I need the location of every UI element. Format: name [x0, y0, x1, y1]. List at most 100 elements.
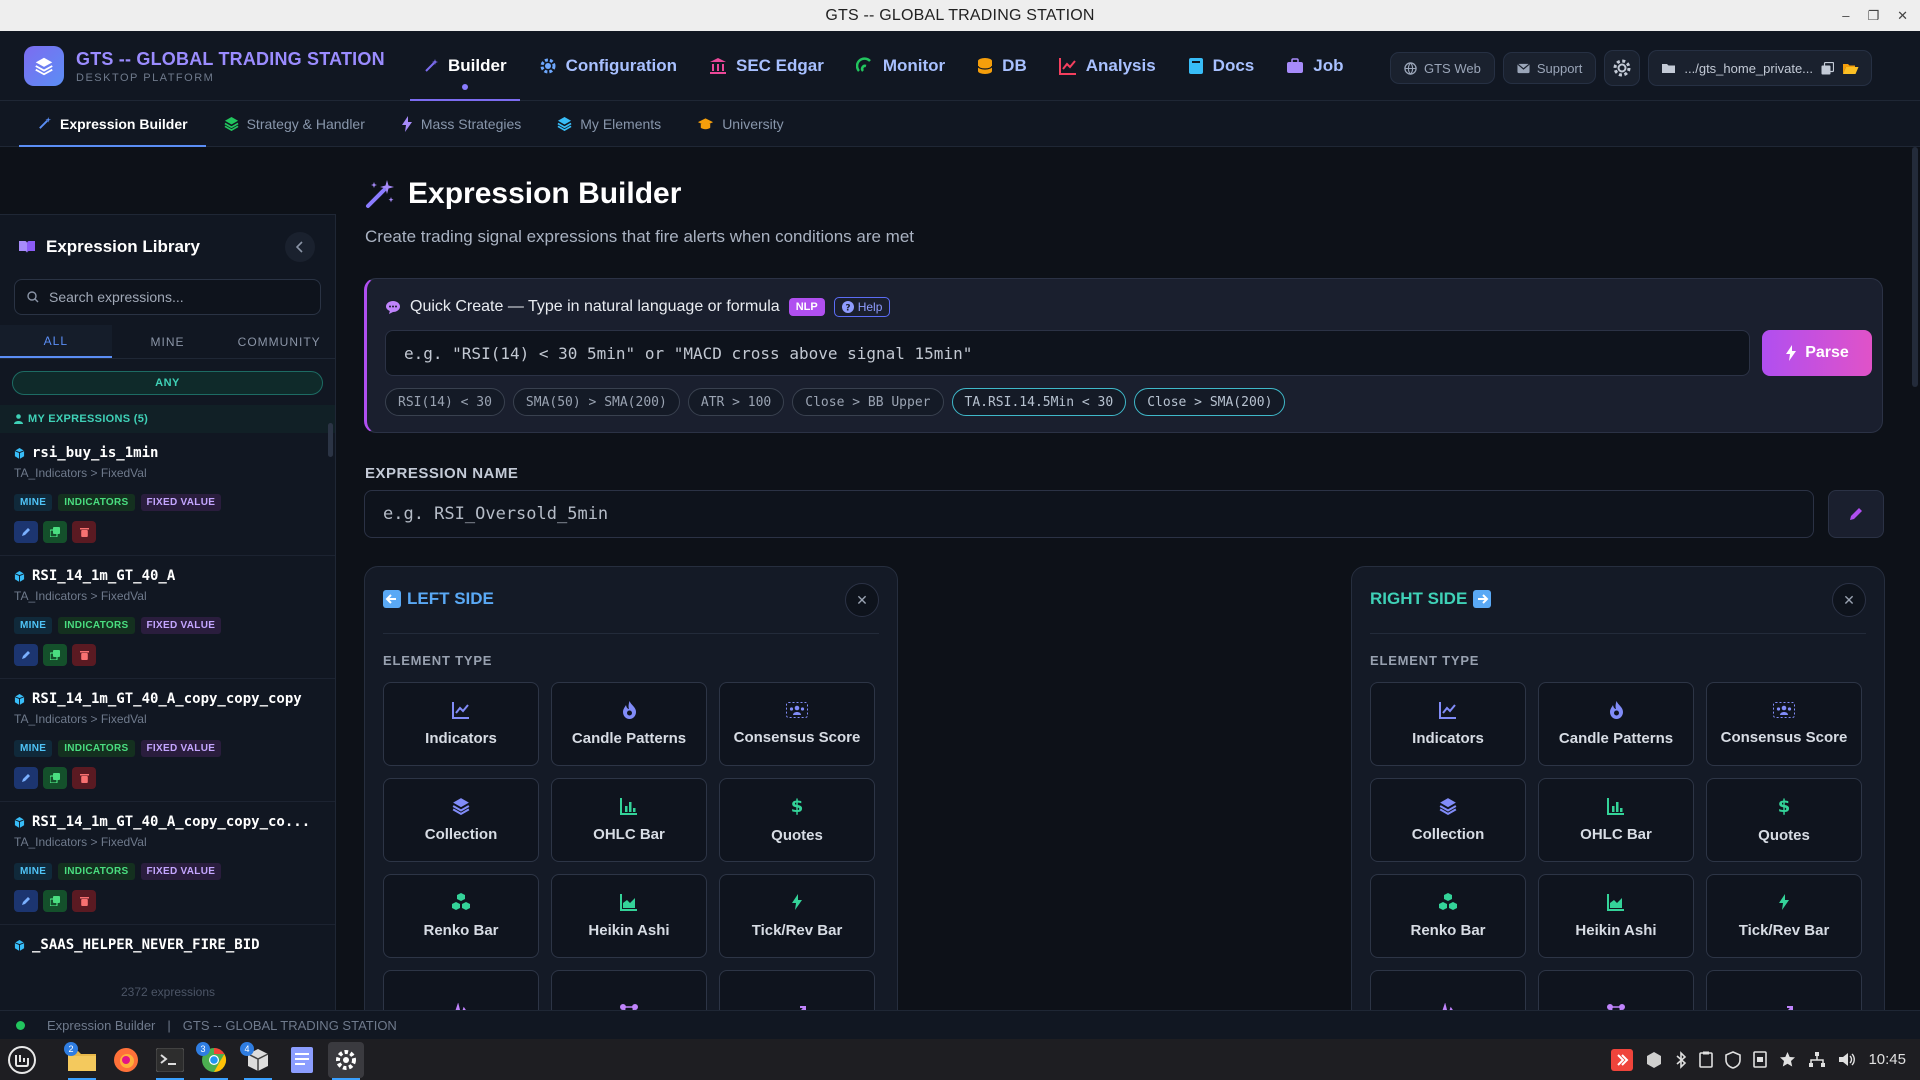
nav-monitor[interactable]: Monitor: [843, 31, 958, 101]
taskbar-app-cube[interactable]: 4: [240, 1041, 276, 1080]
edit-button[interactable]: [14, 890, 38, 912]
copy-button[interactable]: [43, 521, 67, 543]
element-type-ohlc-bar[interactable]: OHLC Bar: [1538, 778, 1694, 862]
example-chip[interactable]: Close > BB Upper: [792, 388, 944, 416]
help-button[interactable]: ? Help: [833, 297, 891, 317]
copy-button[interactable]: [43, 890, 67, 912]
quick-create-input[interactable]: [404, 343, 1731, 363]
nav-builder[interactable]: Builder: [410, 31, 520, 101]
search-input[interactable]: [49, 289, 299, 305]
element-type-indicators[interactable]: Indicators: [1370, 682, 1526, 766]
search-box[interactable]: [14, 279, 321, 315]
example-chip[interactable]: Close > SMA(200): [1134, 388, 1286, 416]
example-chip[interactable]: ATR > 100: [687, 388, 785, 416]
taskbar-files[interactable]: 2: [64, 1041, 100, 1080]
element-type-trend[interactable]: [719, 970, 875, 1010]
copy-icon[interactable]: [1821, 61, 1835, 75]
folder-open-icon[interactable]: [1842, 62, 1859, 75]
auto-name-button[interactable]: [1828, 490, 1884, 538]
subtab-mass-strategies[interactable]: Mass Strategies: [383, 101, 539, 147]
subtab-university[interactable]: University: [679, 101, 801, 147]
example-chip[interactable]: TA.RSI.14.5Min < 30: [951, 388, 1127, 416]
subtab-strategy-handler[interactable]: Strategy & Handler: [206, 101, 383, 147]
element-type-quotes[interactable]: $ Quotes: [1706, 778, 1862, 862]
left-side-close-button[interactable]: ✕: [845, 583, 879, 617]
edit-button[interactable]: [14, 521, 38, 543]
element-type-ohlc-bar[interactable]: OHLC Bar: [551, 778, 707, 862]
nav-analysis[interactable]: Analysis: [1046, 31, 1169, 101]
element-type-consensus-score[interactable]: Consensus Score: [719, 682, 875, 766]
element-type-indicators[interactable]: Indicators: [383, 682, 539, 766]
start-menu-button[interactable]: [4, 1042, 40, 1078]
list-item[interactable]: RSI_14_1m_GT_40_A_copy_copy_co... TA_Ind…: [0, 802, 335, 925]
taskbar-chrome[interactable]: 3: [196, 1041, 232, 1080]
clock[interactable]: 10:45: [1868, 1051, 1906, 1068]
edit-button[interactable]: [14, 767, 38, 789]
anydesk-icon[interactable]: [1611, 1048, 1634, 1071]
element-type-candle-patterns[interactable]: Candle Patterns: [1538, 682, 1694, 766]
restore-icon[interactable]: ❐: [1867, 8, 1879, 24]
list-item[interactable]: rsi_buy_is_1min TA_Indicators > FixedVal…: [0, 433, 335, 556]
copy-button[interactable]: [43, 767, 67, 789]
example-chip[interactable]: SMA(50) > SMA(200): [512, 388, 680, 416]
expression-name-box[interactable]: [364, 490, 1814, 538]
element-type-heikin-ashi[interactable]: Heikin Ashi: [1538, 874, 1694, 958]
tab-community[interactable]: COMMUNITY: [223, 325, 335, 358]
element-type-quotes[interactable]: $ Quotes: [719, 778, 875, 862]
nav-job[interactable]: Job: [1273, 31, 1356, 101]
element-type-collection[interactable]: Collection: [383, 778, 539, 862]
clipboard-icon[interactable]: [1699, 1051, 1714, 1068]
subtab-my-elements[interactable]: My Elements: [539, 101, 679, 147]
workspace-path-button[interactable]: .../gts_home_private...: [1648, 50, 1873, 86]
list-item[interactable]: RSI_14_1m_GT_40_A TA_Indicators > FixedV…: [0, 556, 335, 679]
delete-button[interactable]: [72, 890, 96, 912]
subtab-expression-builder[interactable]: Expression Builder: [19, 101, 206, 147]
package-icon[interactable]: [1645, 1051, 1663, 1069]
list-item[interactable]: RSI_14_1m_GT_40_A_copy_copy_copy TA_Indi…: [0, 679, 335, 802]
gts-web-button[interactable]: GTS Web: [1390, 52, 1495, 84]
sidebar-scrollbar[interactable]: [328, 423, 333, 457]
taskbar-terminal[interactable]: [152, 1042, 188, 1080]
main-scrollbar[interactable]: [1912, 147, 1918, 387]
star-icon[interactable]: [1779, 1051, 1796, 1068]
example-chip[interactable]: RSI(14) < 30: [385, 388, 505, 416]
brand[interactable]: GTS -- GLOBAL TRADING STATION DESKTOP PL…: [24, 46, 385, 86]
quick-create-input-box[interactable]: [385, 330, 1750, 376]
element-type-tick-rev-bar[interactable]: Tick/Rev Bar: [1706, 874, 1862, 958]
right-side-close-button[interactable]: ✕: [1832, 583, 1866, 617]
element-type-nodes[interactable]: [551, 970, 707, 1010]
tab-all[interactable]: ALL: [0, 325, 112, 358]
element-type-candle-patterns[interactable]: Candle Patterns: [551, 682, 707, 766]
element-type-consensus-score[interactable]: Consensus Score: [1706, 682, 1862, 766]
shield-icon[interactable]: [1725, 1050, 1742, 1069]
element-type-heikin-ashi[interactable]: Heikin Ashi: [551, 874, 707, 958]
document-icon[interactable]: [1753, 1051, 1768, 1068]
nav-docs[interactable]: Docs: [1175, 31, 1268, 101]
element-type-renko-bar[interactable]: Renko Bar: [383, 874, 539, 958]
close-icon[interactable]: ✕: [1897, 8, 1908, 24]
taskbar-gts[interactable]: [328, 1041, 364, 1080]
copy-button[interactable]: [43, 644, 67, 666]
element-type-pulse[interactable]: [1370, 970, 1526, 1010]
nav-sec-edgar[interactable]: SEC Edgar: [696, 31, 837, 101]
minimize-icon[interactable]: –: [1842, 8, 1849, 23]
element-type-tick-rev-bar[interactable]: Tick/Rev Bar: [719, 874, 875, 958]
parse-button[interactable]: Parse: [1762, 330, 1872, 376]
element-type-trend[interactable]: [1706, 970, 1862, 1010]
settings-button[interactable]: [1604, 50, 1641, 86]
collapse-sidebar-button[interactable]: [285, 232, 315, 262]
nav-configuration[interactable]: Configuration: [526, 31, 690, 101]
delete-button[interactable]: [72, 521, 96, 543]
taskbar-text-editor[interactable]: [284, 1042, 320, 1078]
edit-button[interactable]: [14, 644, 38, 666]
network-icon[interactable]: [1808, 1051, 1826, 1068]
element-type-pulse[interactable]: [383, 970, 539, 1010]
taskbar-firefox[interactable]: [108, 1042, 144, 1078]
volume-icon[interactable]: [1838, 1051, 1856, 1068]
support-button[interactable]: Support: [1502, 52, 1597, 84]
delete-button[interactable]: [72, 767, 96, 789]
nav-db[interactable]: DB: [964, 31, 1040, 101]
bluetooth-icon[interactable]: [1675, 1050, 1687, 1069]
element-type-nodes[interactable]: [1538, 970, 1694, 1010]
filter-any-button[interactable]: ANY: [12, 371, 323, 395]
